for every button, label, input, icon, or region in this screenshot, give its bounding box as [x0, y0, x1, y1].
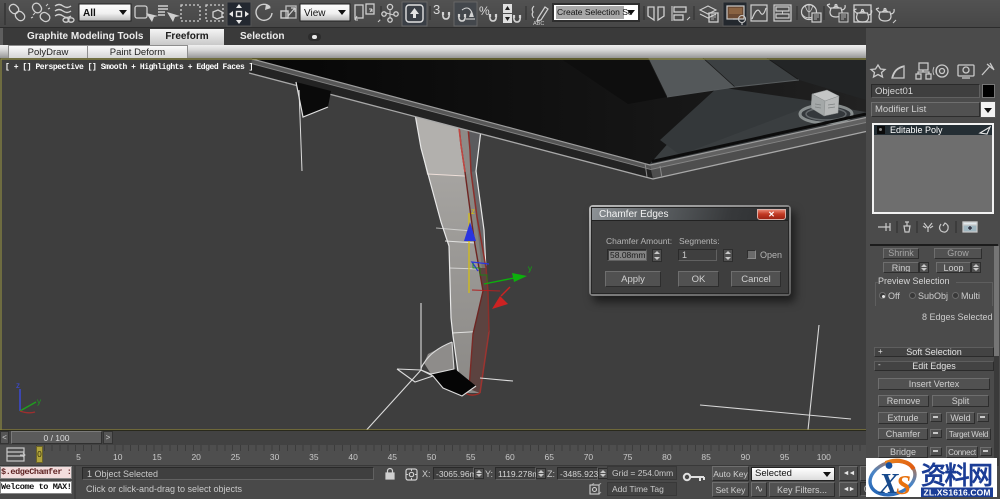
svg-text:y: y: [37, 397, 41, 406]
svg-text:ABC: ABC: [533, 21, 544, 27]
svg-text:Create Selection Se: Create Selection Se: [557, 7, 633, 17]
svg-text:y: y: [528, 264, 532, 273]
svg-text:3: 3: [433, 2, 440, 17]
svg-text:S: S: [896, 470, 911, 497]
svg-text:z: z: [16, 381, 20, 390]
svg-text:资料网: 资料网: [921, 462, 993, 490]
svg-text:View: View: [304, 8, 326, 19]
svg-text:z: z: [471, 207, 475, 216]
svg-text:%: %: [479, 4, 490, 18]
svg-text:ZL.XS1616.COM: ZL.XS1616.COM: [924, 488, 991, 498]
svg-text:All: All: [83, 8, 96, 19]
